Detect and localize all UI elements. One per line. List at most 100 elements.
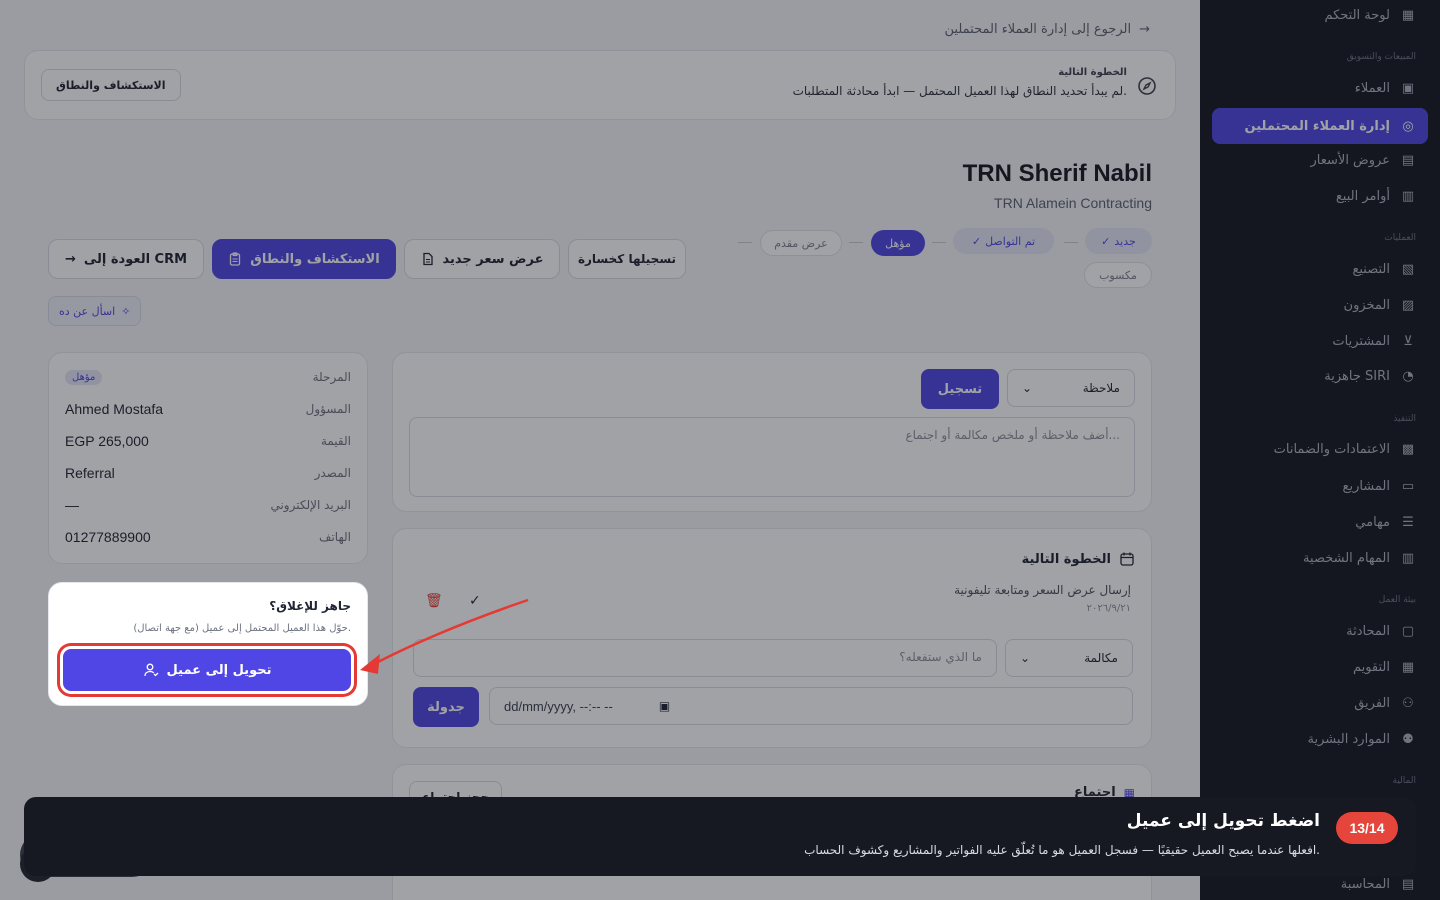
sidebar-item[interactable]: ▤ عروض الأسعار bbox=[1212, 143, 1428, 177]
note-textarea[interactable]: أضف ملاحظة أو ملخص مكالمة أو اجتماع... bbox=[409, 417, 1135, 497]
sidebar-section-label: المالية bbox=[1392, 776, 1416, 786]
detail-row-email: البريد الإلكتروني — bbox=[65, 497, 351, 513]
sidebar-item-label: الموارد البشرية bbox=[1307, 731, 1390, 747]
lead-name: TRN Sherif Nabil bbox=[962, 160, 1152, 187]
next-step-header: الخطوة التالية bbox=[1022, 551, 1135, 567]
stage-separator bbox=[932, 242, 946, 243]
checklist-icon: ☰ bbox=[1402, 514, 1414, 530]
sidebar-item-label: المحادثة bbox=[1346, 623, 1390, 639]
sidebar-section-label: المبيعات والتسويق bbox=[1346, 52, 1416, 62]
next-step-input[interactable]: ما الذي ستفعله؟ bbox=[413, 639, 997, 677]
sidebar-item[interactable]: ⚇ الفريق bbox=[1212, 686, 1428, 720]
ask-ai-button[interactable]: ✧ اسأل عن ده bbox=[48, 296, 142, 326]
sidebar-item[interactable]: ◎ إدارة العملاء المحتملين bbox=[1212, 108, 1428, 144]
mark-lost-button[interactable]: تسجيلها كخسارة bbox=[568, 239, 686, 279]
sidebar-item[interactable]: ⊻ المشتريات bbox=[1212, 324, 1428, 358]
sidebar-item-label: التصنيع bbox=[1352, 261, 1390, 277]
compass-icon bbox=[1138, 77, 1156, 95]
sidebar-item[interactable]: ▣ العملاء bbox=[1212, 71, 1428, 105]
next-step-date: ٢٠٢٦/٩/٢١ bbox=[1086, 603, 1131, 614]
stage-separator bbox=[738, 242, 752, 243]
warehouse-icon: ▨ bbox=[1401, 297, 1415, 313]
user-convert-icon bbox=[143, 663, 158, 677]
calendar-icon: ▣ bbox=[658, 699, 671, 713]
sidebar-item-label: عروض الأسعار bbox=[1310, 152, 1391, 168]
calculator-icon: ▤ bbox=[1401, 876, 1415, 892]
factory-icon: ▧ bbox=[1401, 261, 1415, 277]
sidebar-item[interactable]: ▦ لوحة التحكم bbox=[1212, 0, 1428, 32]
lead-details-card: المرحلة مؤهل المسؤول Ahmed Mostafa القيم… bbox=[48, 352, 368, 564]
tour-tooltip: 13/14 اضغط تحويل إلى عميل افعلها عندما ي… bbox=[24, 797, 1416, 876]
sidebar-item[interactable]: ▩ الاعتمادات والضمانات bbox=[1212, 432, 1428, 466]
chat-icon: ▢ bbox=[1401, 623, 1415, 639]
sidebar-item-label: أوامر البيع bbox=[1335, 188, 1390, 204]
tour-title: اضغط تحويل إلى عميل bbox=[1126, 811, 1320, 831]
stage-separator bbox=[849, 242, 863, 243]
tour-step-badge: 13/14 bbox=[1336, 812, 1398, 844]
stage-proposal[interactable]: عرض مقدم bbox=[760, 230, 842, 256]
note-composer-card: ملاحظة ⌄ تسجيل أضف ملاحظة أو ملخص مكالمة… bbox=[392, 352, 1152, 512]
detail-row-phone: الهاتف 01277889900 bbox=[65, 529, 351, 545]
sidebar-item[interactable]: ▥ أوامر البيع bbox=[1212, 179, 1428, 213]
sidebar-item[interactable]: ▢ المحادثة bbox=[1212, 614, 1428, 648]
sidebar-item-label: المشتريات bbox=[1332, 333, 1390, 349]
discovery-scope-button[interactable]: الاستكشاف والنطاق bbox=[212, 239, 396, 279]
delete-icon[interactable]: 🗑 bbox=[425, 593, 443, 609]
back-to-crm-button[interactable]: العودة إلى CRM → bbox=[48, 239, 204, 279]
activity-type-select[interactable]: مكالمة ⌄ bbox=[1005, 639, 1133, 677]
back-to-leads-link[interactable]: → الرجوع إلى إدارة العملاء المحتملين bbox=[945, 22, 1150, 37]
new-quote-button[interactable]: عرض سعر جديد bbox=[404, 239, 560, 279]
sidebar-item[interactable]: ▥ المهام الشخصية bbox=[1212, 541, 1428, 575]
log-note-button[interactable]: تسجيل bbox=[921, 369, 999, 409]
lead-company: TRN Alamein Contracting bbox=[994, 195, 1152, 211]
schedule-button[interactable]: جدولة bbox=[413, 687, 479, 727]
sidebar-item-label: المخزون bbox=[1343, 297, 1390, 313]
back-link-label: الرجوع إلى إدارة العملاء المحتملين bbox=[944, 22, 1132, 37]
sidebar-item[interactable]: ▭ المشاريع bbox=[1212, 469, 1428, 503]
clipboard-icon: ▥ bbox=[1401, 188, 1415, 204]
stage-qualified[interactable]: مؤهل bbox=[871, 230, 925, 256]
folder-icon: ▭ bbox=[1401, 478, 1415, 494]
chevron-down-icon: ⌄ bbox=[1020, 651, 1031, 665]
sidebar-item[interactable]: ▦ التقويم bbox=[1212, 650, 1428, 684]
sidebar-item-label: العملاء bbox=[1354, 80, 1390, 96]
sidebar-item-label: التقويم bbox=[1352, 659, 1390, 675]
arrow-right-icon: → bbox=[64, 251, 76, 267]
check-icon: ✓ bbox=[971, 234, 982, 248]
note-type-select[interactable]: ملاحظة ⌄ bbox=[1007, 369, 1135, 407]
sidebar-item-label: إدارة العملاء المحتملين bbox=[1244, 118, 1390, 134]
stage-new[interactable]: ✓ جديد bbox=[1085, 228, 1152, 254]
detail-row-stage: المرحلة مؤهل bbox=[65, 367, 351, 387]
gauge-icon: ◔ bbox=[1402, 368, 1414, 384]
stage-contacted[interactable]: ✓ تم التواصل bbox=[953, 228, 1054, 254]
sidebar-item[interactable]: ⚉ الموارد البشرية bbox=[1212, 722, 1428, 756]
next-step-card: الخطوة التالية إرسال عرض السعر ومتابعة ت… bbox=[392, 528, 1152, 748]
sidebar-item[interactable]: ▨ المخزون bbox=[1212, 288, 1428, 322]
sidebar-item-label: جاهزية SIRI bbox=[1324, 368, 1390, 384]
sidebar: المبيعات والتسويق العمليات التنفيذ بيئة الع… bbox=[1200, 0, 1440, 900]
sidebar-item-label: المهام الشخصية bbox=[1303, 550, 1390, 566]
tour-description: افعلها عندما يصبح العميل حقيقيًا — فسجل … bbox=[804, 843, 1320, 857]
datetime-input[interactable]: dd/mm/yyyy, --:-- -- ▣ bbox=[489, 687, 1133, 725]
shield-document-icon: ▩ bbox=[1401, 441, 1415, 457]
sidebar-item-label: مهامي bbox=[1355, 514, 1390, 530]
ready-desc: حوّل هذا العميل المحتمل إلى عميل (مع جهة… bbox=[133, 623, 351, 634]
stage-won[interactable]: مكسوب bbox=[1084, 262, 1152, 288]
cart-icon: ⊻ bbox=[1403, 333, 1413, 349]
ready-title: جاهز للإغلاق؟ bbox=[269, 599, 351, 613]
calendar-clock-icon bbox=[1120, 552, 1134, 566]
convert-to-customer-button[interactable]: تحويل إلى عميل bbox=[60, 646, 354, 694]
complete-check-icon[interactable]: ✓ bbox=[469, 593, 481, 609]
arrow-right-icon: → bbox=[1139, 22, 1150, 37]
clipboard-icon bbox=[230, 252, 241, 266]
stage-separator bbox=[1064, 242, 1078, 243]
sidebar-item[interactable]: ◔ جاهزية SIRI bbox=[1212, 359, 1428, 393]
hr-icon: ⚉ bbox=[1402, 731, 1414, 747]
banner-discovery-button[interactable]: الاستكشاف والنطاق bbox=[41, 69, 181, 101]
next-step-banner: الخطوة التالية لم يبدأ تحديد النطاق لهذا… bbox=[24, 50, 1176, 120]
sidebar-item[interactable]: ▧ التصنيع bbox=[1212, 252, 1428, 286]
detail-row-value: القيمة EGP 265,000 bbox=[65, 433, 351, 449]
sidebar-item[interactable]: ☰ مهامي bbox=[1212, 505, 1428, 539]
sidebar-item-label: المشاريع bbox=[1342, 478, 1390, 494]
sidebar-item-label: لوحة التحكم bbox=[1324, 7, 1390, 23]
